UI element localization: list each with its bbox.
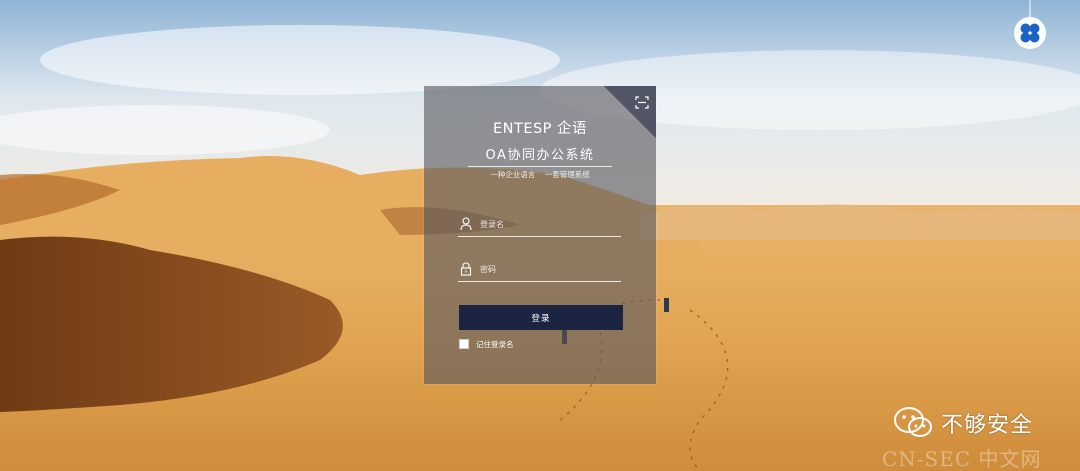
user-icon <box>460 217 472 231</box>
password-input[interactable] <box>480 261 616 277</box>
brand-title: ENTESP 企语 <box>492 121 588 137</box>
remember-label: 记住登录名 <box>476 339 514 349</box>
account-watermark: 不够安全 <box>893 403 1033 443</box>
username-field <box>458 214 621 237</box>
remember-username[interactable]: 记住登录名 <box>459 338 514 350</box>
remember-checkbox[interactable] <box>459 339 469 349</box>
login-panel: ENTESP 企语 OA协同办公系统 一种企业语言 一套管理系统 登录 记住登录… <box>424 86 656 384</box>
system-name: OA协同办公系统 <box>468 144 612 167</box>
qr-scan-icon[interactable] <box>635 96 649 109</box>
username-input[interactable] <box>480 216 616 232</box>
site-watermark: CN-SEC 中文网 <box>882 447 1042 471</box>
login-button[interactable]: 登录 <box>459 305 623 330</box>
account-name: 不够安全 <box>941 413 1034 438</box>
slogan: 一种企业语言 一套管理系统 <box>490 170 590 179</box>
lock-icon <box>460 262 472 276</box>
four-petal-logo-icon[interactable] <box>1012 0 1048 50</box>
wechat-icon <box>894 407 932 437</box>
password-field <box>458 259 621 282</box>
